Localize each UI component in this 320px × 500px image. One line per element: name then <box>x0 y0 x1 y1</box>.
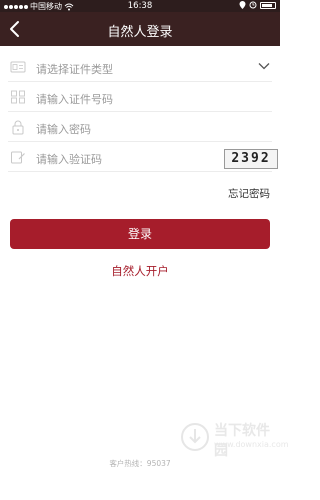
nav-bar: 自然人登录 <box>0 12 280 46</box>
captcha-placeholder: 请输入验证码 <box>36 153 102 166</box>
status-time: 16:38 <box>127 1 153 11</box>
status-right <box>239 1 276 9</box>
id-number-placeholder: 请输入证件号码 <box>36 93 113 106</box>
battery-icon <box>260 1 276 9</box>
id-card-icon <box>10 61 26 73</box>
open-account-link[interactable]: 自然人开户 <box>0 263 280 279</box>
watermark: 当下软件园 www.downxia.com <box>180 418 289 459</box>
lock-icon <box>12 120 24 135</box>
id-type-placeholder: 请选择证件类型 <box>36 63 113 76</box>
grid-card-icon <box>11 90 25 104</box>
page-title: 自然人登录 <box>107 25 173 40</box>
customer-hotline: 客户热线：95037 <box>109 459 171 468</box>
edit-icon <box>11 151 25 164</box>
id-number-field[interactable]: 请输入证件号码 <box>8 86 272 112</box>
location-icon <box>239 1 246 9</box>
forgot-password-link[interactable]: 忘记密码 <box>228 186 270 201</box>
watermark-url: www.downxia.com <box>214 440 289 449</box>
chevron-down-icon[interactable] <box>258 61 270 71</box>
download-logo-icon <box>181 423 209 451</box>
password-field[interactable]: 请输入密码 <box>8 116 272 142</box>
alarm-icon <box>249 1 257 9</box>
captcha-image[interactable]: 2392 <box>224 149 278 169</box>
status-bar: 中国移动 16:38 <box>0 0 280 12</box>
login-button[interactable]: 登录 <box>10 219 270 249</box>
password-placeholder: 请输入密码 <box>36 123 91 136</box>
id-type-select[interactable]: 请选择证件类型 <box>8 56 272 82</box>
